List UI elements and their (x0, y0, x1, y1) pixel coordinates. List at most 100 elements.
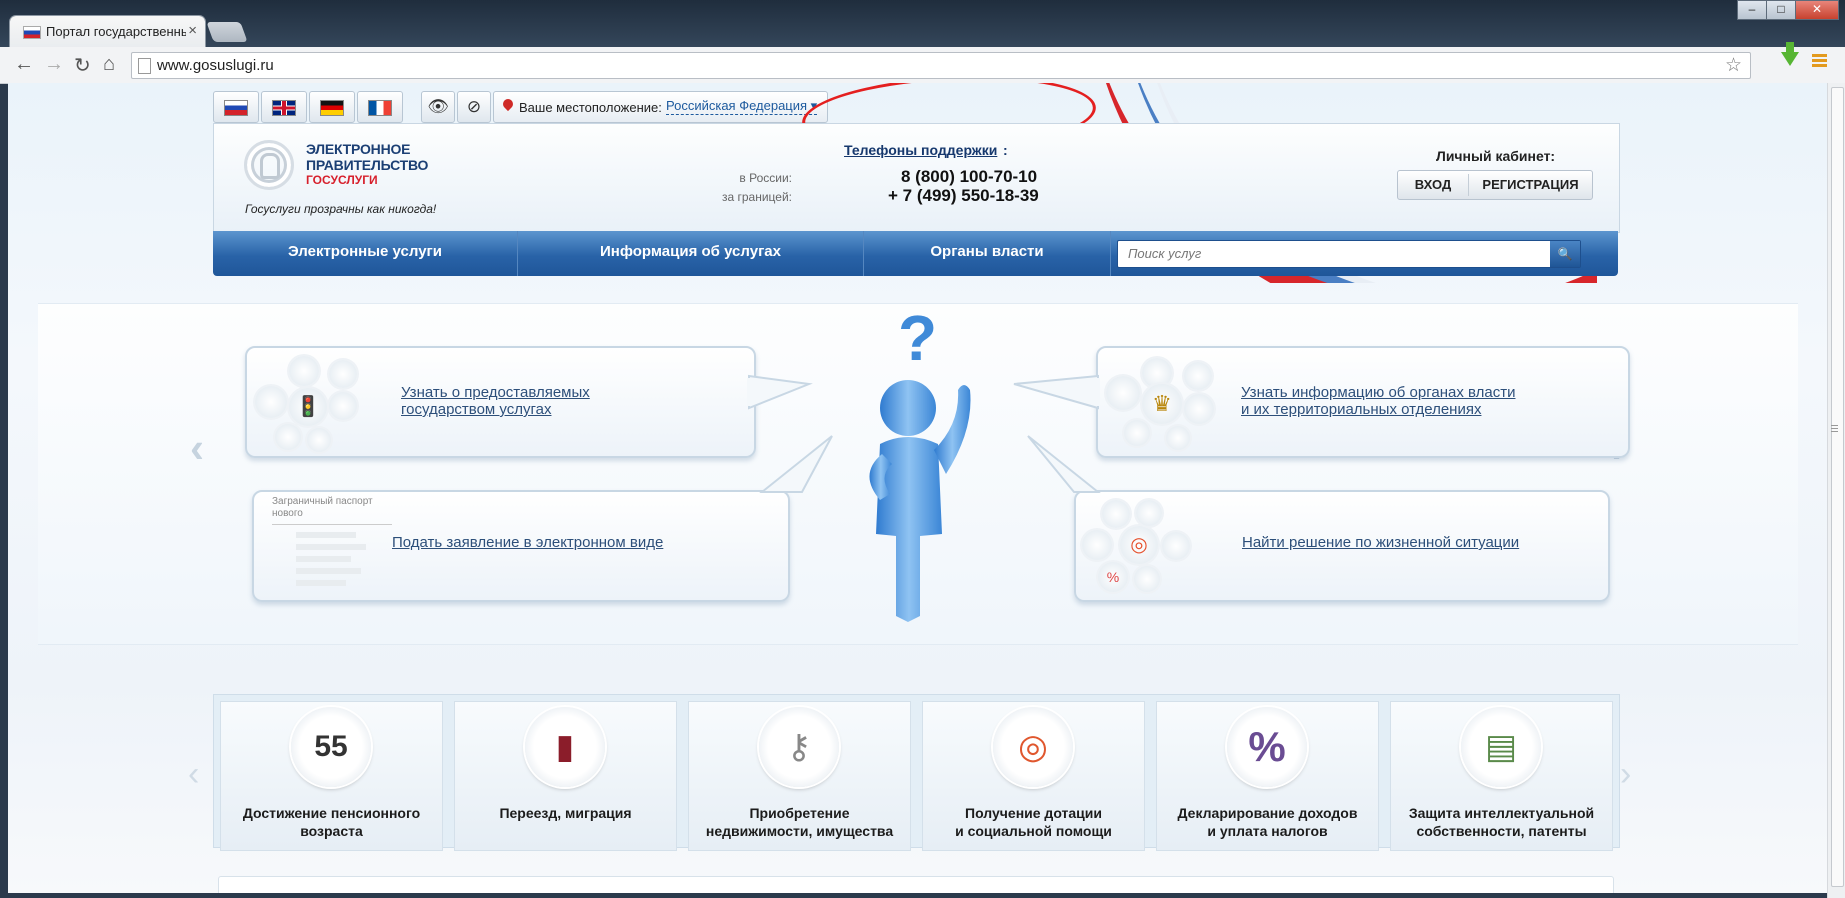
main-nav: Электронные услуги Информация об услугах… (213, 231, 1618, 276)
page-icon (138, 58, 151, 74)
home-icon[interactable]: ⌂ (103, 53, 115, 76)
lang-en-button[interactable] (261, 91, 307, 123)
cabinet-buttons: ВХОД РЕГИСТРАЦИЯ (1397, 170, 1593, 200)
lang-ru-button[interactable] (213, 91, 259, 123)
categories-next-arrow-icon[interactable]: › (1620, 755, 1631, 794)
passport-icon: ▮ (555, 728, 575, 766)
de-flag-icon (321, 101, 343, 115)
russia-label: в России: (739, 171, 792, 185)
category-label: Декларирование доходов и уплата налогов (1177, 805, 1358, 839)
lang-de-button[interactable] (309, 91, 355, 123)
login-button[interactable]: ВХОД (1398, 171, 1468, 199)
uk-flag-icon (273, 101, 295, 115)
category-taxes[interactable]: % Декларирование доходов и уплата налого… (1156, 701, 1379, 851)
support-title-colon: : (1003, 142, 1008, 158)
abroad-label: за границей: (721, 190, 792, 204)
scrollbar-grip-icon (1831, 425, 1838, 432)
category-label: Достижение пенсионного возраста (242, 805, 421, 839)
bubble-tail-3 (759, 435, 833, 493)
page-viewport: 👁 ⊘ Ваше местоположение: Российская Феде… (8, 83, 1827, 893)
category-social-aid[interactable]: ◎ Получение дотации и социальной помощи (922, 701, 1145, 851)
gosuslugi-logo-icon[interactable] (244, 140, 294, 190)
logo-line-2: ПРАВИТЕЛЬСТВО (306, 157, 429, 173)
slider-prev-arrow-icon[interactable]: ‹ (190, 424, 204, 472)
certificate-icon: ▤ (1484, 728, 1518, 766)
location-selector[interactable]: Ваше местоположение: Российская Федераци… (493, 91, 828, 123)
forward-icon[interactable]: → (44, 53, 64, 76)
page-scrollbar[interactable] (1827, 83, 1845, 898)
calendar-55-icon: 55 (314, 730, 348, 763)
category-pension[interactable]: 55 Достижение пенсионного возраста (220, 701, 443, 851)
maximize-button[interactable]: □ (1766, 0, 1796, 20)
bubble-authorities[interactable]: ♛ Узнать информацию об органах власти и … (1096, 346, 1630, 458)
minimize-button[interactable]: – (1737, 0, 1767, 20)
bubble-life-situation-link[interactable]: Найти решение по жизненной ситуации (1242, 534, 1519, 551)
favicon-flag-icon (24, 27, 40, 38)
logo-line-3: ГОСУСЛУГИ (306, 173, 378, 187)
life-categories: 55 Достижение пенсионного возраста ▮ Пер… (213, 694, 1620, 851)
category-label: Получение дотации и социальной помощи (955, 805, 1112, 839)
svg-text:?: ? (898, 304, 937, 374)
news-panel-top (218, 876, 1614, 893)
lifebuoy-icon: ◎ (1018, 728, 1048, 766)
search-icon[interactable]: 🔍 (1550, 241, 1580, 267)
category-label: Защита интеллектуальной собственности, п… (1408, 805, 1595, 839)
scrollbar-thumb[interactable] (1831, 87, 1844, 887)
search-input[interactable]: Поиск услуг 🔍 (1117, 240, 1581, 268)
site-header: ЭЛЕКТРОННОЕ ПРАВИТЕЛЬСТВО ГОСУСЛУГИ Госу… (213, 123, 1620, 233)
cabinet-title: Личный кабинет: (1436, 148, 1556, 164)
nav-service-info[interactable]: Информация об услугах (518, 231, 864, 276)
search-placeholder: Поиск услуг (1128, 246, 1202, 261)
bubble-tail-2 (1013, 374, 1100, 410)
download-extension-icon[interactable] (1781, 42, 1799, 66)
keys-icon: ⚷ (786, 728, 812, 766)
question-person-figure: ? (869, 304, 971, 622)
browser-tab[interactable]: Портал государственных × (10, 16, 205, 48)
register-button[interactable]: РЕГИСТРАЦИЯ (1469, 171, 1592, 199)
percent-icon: % (1248, 723, 1286, 770)
accessibility-eye-button[interactable]: 👁 (421, 91, 455, 123)
bubble-tail-4 (1027, 435, 1101, 493)
window-titlebar: Портал государственных × – □ ✕ (0, 0, 1845, 48)
back-icon[interactable]: ← (14, 53, 34, 76)
url-text: www.gosuslugi.ru (157, 57, 274, 74)
tagline: Госуслуги прозрачны как никогда! (245, 202, 437, 216)
bubble-authorities-link[interactable]: Узнать информацию об органах власти и их… (1241, 384, 1515, 418)
bubble-tail-1 (747, 374, 813, 410)
nav-authorities[interactable]: Органы власти (864, 231, 1111, 276)
location-label: Ваше местоположение: (519, 100, 662, 115)
bubble-application-link[interactable]: Подать заявление в электронном виде (392, 534, 663, 551)
browser-toolbar: ← → ↻ ⌂ www.gosuslugi.ru ☆ (0, 47, 1845, 84)
abroad-phone: + 7 (499) 550-18-39 (888, 186, 1039, 205)
reload-icon[interactable]: ↻ (74, 53, 91, 78)
compass-button[interactable]: ⊘ (457, 91, 491, 123)
bookmark-star-icon[interactable]: ☆ (1725, 54, 1742, 77)
lang-fr-button[interactable] (357, 91, 403, 123)
russia-phone: 8 (800) 100-70-10 (901, 167, 1038, 186)
location-value[interactable]: Российская Федерация ▾ (666, 98, 818, 115)
tab-title: Портал государственных (46, 24, 186, 39)
category-label: Приобретение недвижимости, имущества (705, 805, 894, 839)
tab-close-icon[interactable]: × (188, 22, 197, 39)
ru-flag-icon (225, 101, 247, 115)
close-window-button[interactable]: ✕ (1795, 0, 1839, 20)
categories-prev-arrow-icon[interactable]: ‹ (188, 755, 199, 794)
location-pin-icon (500, 96, 516, 112)
address-bar[interactable]: www.gosuslugi.ru ☆ (131, 52, 1751, 79)
new-tab-button[interactable] (206, 22, 248, 42)
support-phones-link[interactable]: Телефоны поддержки (844, 142, 997, 158)
document-thumbnail: Заграничный паспорт нового (272, 496, 392, 586)
nav-e-services[interactable]: Электронные услуги (213, 231, 518, 276)
bubble-life-situation[interactable]: ◎ % Найти решение по жизненной ситуации (1074, 490, 1610, 602)
category-patents[interactable]: ▤ Защита интеллектуальной собственности,… (1390, 701, 1613, 851)
category-property[interactable]: ⚷ Приобретение недвижимости, имущества (688, 701, 911, 851)
fr-flag-icon (369, 101, 391, 115)
browser-menu-icon[interactable] (1812, 54, 1827, 67)
category-migration[interactable]: ▮ Переезд, миграция (454, 701, 677, 851)
category-label: Переезд, миграция (499, 805, 632, 821)
bubble-application[interactable]: Заграничный паспорт нового Подать заявле… (252, 490, 790, 602)
promo-slider: ‹ › 🚦 Узнать о предоставляемых государст… (38, 303, 1798, 645)
bubble-services-link[interactable]: Узнать о предоставляемых государством ус… (401, 384, 590, 418)
bubble-services[interactable]: 🚦 Узнать о предоставляемых государством … (245, 346, 756, 458)
logo-line-1: ЭЛЕКТРОННОЕ (306, 141, 411, 157)
